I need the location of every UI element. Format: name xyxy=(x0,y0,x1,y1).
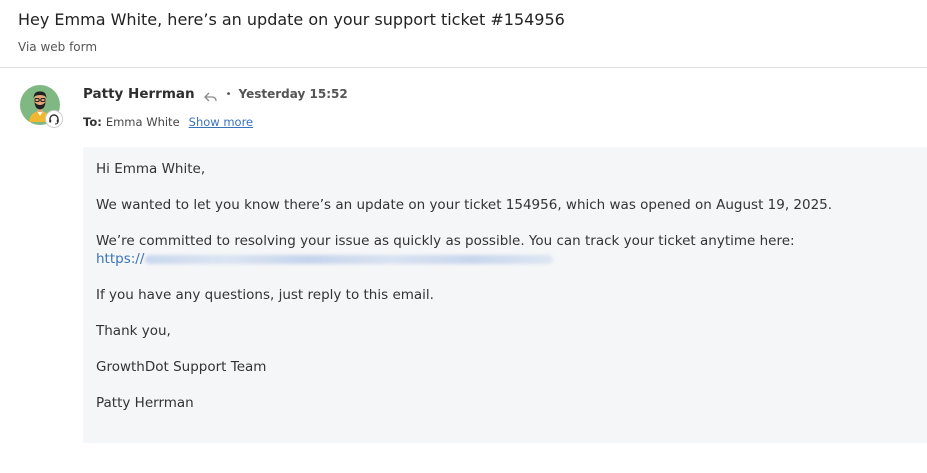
signature: Patty Herrman xyxy=(96,395,194,411)
to-label: To: xyxy=(83,115,102,129)
message-body: Hi Emma White, We wanted to let you know… xyxy=(83,147,927,443)
link-prefix[interactable]: https:// xyxy=(96,251,144,267)
body-paragraph: We’re committed to resolving your issue … xyxy=(96,233,795,249)
email-subject: Hey Emma White, here’s an update on your… xyxy=(18,10,565,29)
team-name: GrowthDot Support Team xyxy=(96,359,267,375)
separator-dot: • xyxy=(225,88,232,100)
source-label: Via web form xyxy=(18,40,98,54)
recipient-line: To: Emma White Show more xyxy=(83,115,253,129)
headset-icon xyxy=(49,114,59,125)
recipient-name: Emma White xyxy=(105,115,180,129)
body-paragraph: If you have any questions, just reply to… xyxy=(96,287,434,303)
headset-badge xyxy=(45,110,63,128)
show-more-link[interactable]: Show more xyxy=(189,115,253,129)
avatar xyxy=(20,85,63,128)
greeting: Hi Emma White, xyxy=(96,161,206,177)
reply-icon[interactable] xyxy=(203,88,218,102)
email-header: Hey Emma White, here’s an update on your… xyxy=(0,0,927,68)
ticket-link[interactable]: https:// xyxy=(96,250,554,268)
sender-name: Patty Herrman xyxy=(83,86,195,102)
sender-line: Patty Herrman • Yesterday 15:52 xyxy=(83,84,348,104)
timestamp: Yesterday 15:52 xyxy=(238,87,348,101)
redacted-url[interactable] xyxy=(145,254,554,264)
closing-text: Thank you, xyxy=(96,323,171,339)
body-paragraph: We wanted to let you know there’s an upd… xyxy=(96,197,833,213)
